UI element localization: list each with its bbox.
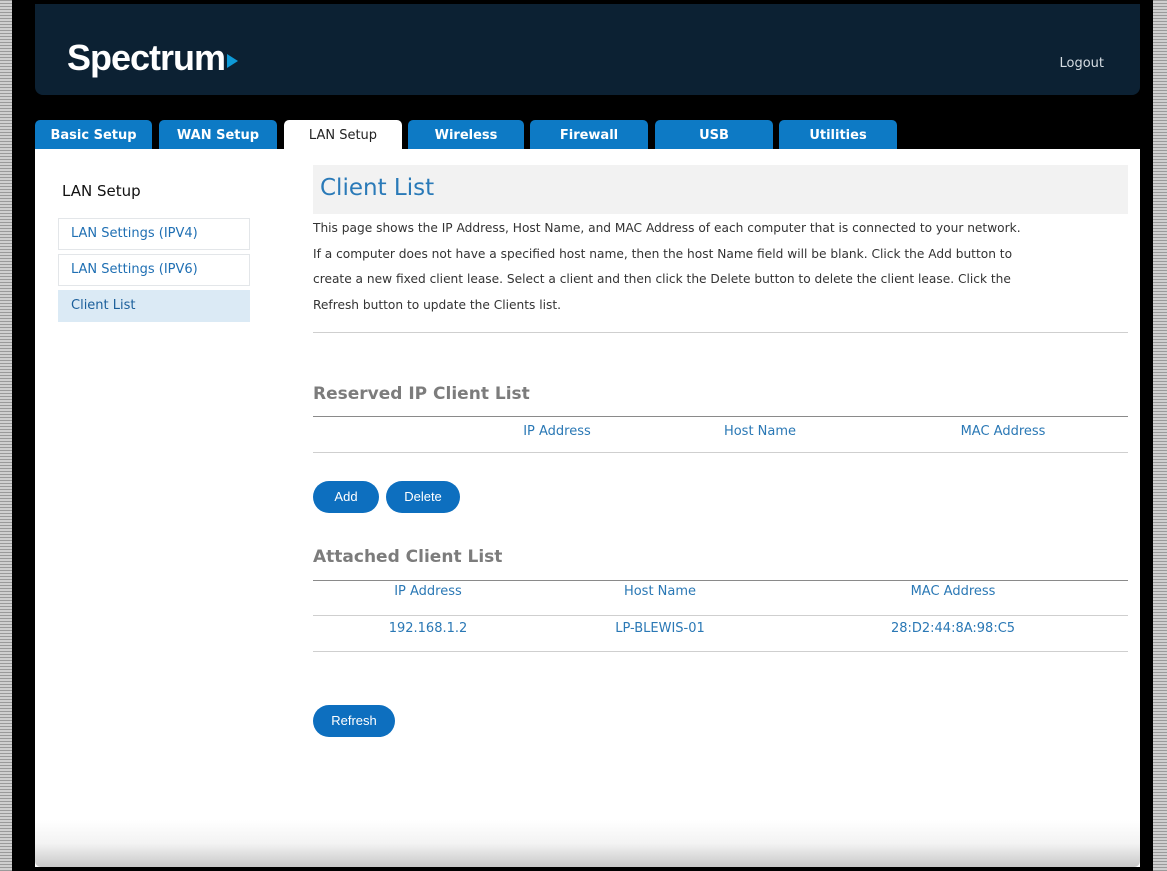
logo-arrow-icon (227, 54, 239, 68)
tab-usb[interactable]: USB (655, 120, 773, 150)
reserved-table-top-rule (313, 416, 1128, 417)
tab-firewall[interactable]: Firewall (530, 120, 648, 150)
tab-lan-setup[interactable]: LAN Setup (284, 120, 402, 150)
reserved-col-ip-address: IP Address (523, 424, 591, 439)
page-title-bar (313, 165, 1128, 214)
delete-button[interactable]: Delete (386, 481, 460, 513)
panel-bottom-shadow (35, 820, 1140, 867)
logout-link[interactable]: Logout (1059, 56, 1104, 71)
attached-col-ip-address: IP Address (394, 584, 462, 599)
tab-utilities[interactable]: Utilities (779, 120, 897, 150)
right-border-stripe (1153, 0, 1167, 871)
tab-wan-setup[interactable]: WAN Setup (159, 120, 277, 150)
reserved-col-mac-address: MAC Address (960, 424, 1046, 439)
reserved-list-title: Reserved IP Client List (313, 384, 530, 404)
description-line: Refresh button to update the Clients lis… (313, 297, 562, 312)
description-line: This page shows the IP Address, Host Nam… (313, 221, 1021, 235)
sidebar-item-lan-settings-ipv4[interactable]: LAN Settings (IPV4) (58, 218, 250, 250)
description-line: If a computer does not have a specified … (313, 246, 1013, 261)
description-line: create a new fixed client lease. Select … (313, 272, 1011, 286)
attached-cell-ip-address: 192.168.1.2 (388, 621, 468, 636)
divider (313, 332, 1128, 333)
attached-cell-host-name: LP-BLEWIS-01 (615, 621, 705, 636)
attached-cell-mac-address: 28:D2:44:8A:98:C5 (890, 621, 1016, 636)
tab-basic-setup[interactable]: Basic Setup (35, 120, 152, 150)
attached-col-host-name: Host Name (623, 584, 697, 599)
refresh-button[interactable]: Refresh (313, 705, 395, 737)
spectrum-logo: Spectrum (67, 37, 239, 78)
reserved-table-bottom-rule (313, 452, 1128, 453)
attached-list-title: Attached Client List (313, 547, 503, 567)
tab-wireless[interactable]: Wireless (408, 120, 524, 150)
sidebar-item-client-list[interactable]: Client List (58, 290, 250, 322)
sidebar-item-lan-settings-ipv6[interactable]: LAN Settings (IPV6) (58, 254, 250, 286)
sidebar-title: LAN Setup (62, 182, 141, 200)
attached-col-mac-address: MAC Address (910, 584, 996, 599)
page-title: Client List (320, 175, 435, 201)
left-border-stripe (0, 0, 12, 871)
attached-table-top-rule (313, 580, 1128, 581)
top-header: Spectrum Logout (35, 4, 1140, 95)
page-description: This page shows the IP Address, Host Nam… (313, 216, 1133, 318)
reserved-col-host-name: Host Name (723, 424, 797, 439)
add-button[interactable]: Add (313, 481, 379, 513)
attached-header-rule (313, 615, 1128, 616)
logo-text: Spectrum (67, 37, 226, 78)
attached-table-bottom-rule (313, 651, 1128, 652)
